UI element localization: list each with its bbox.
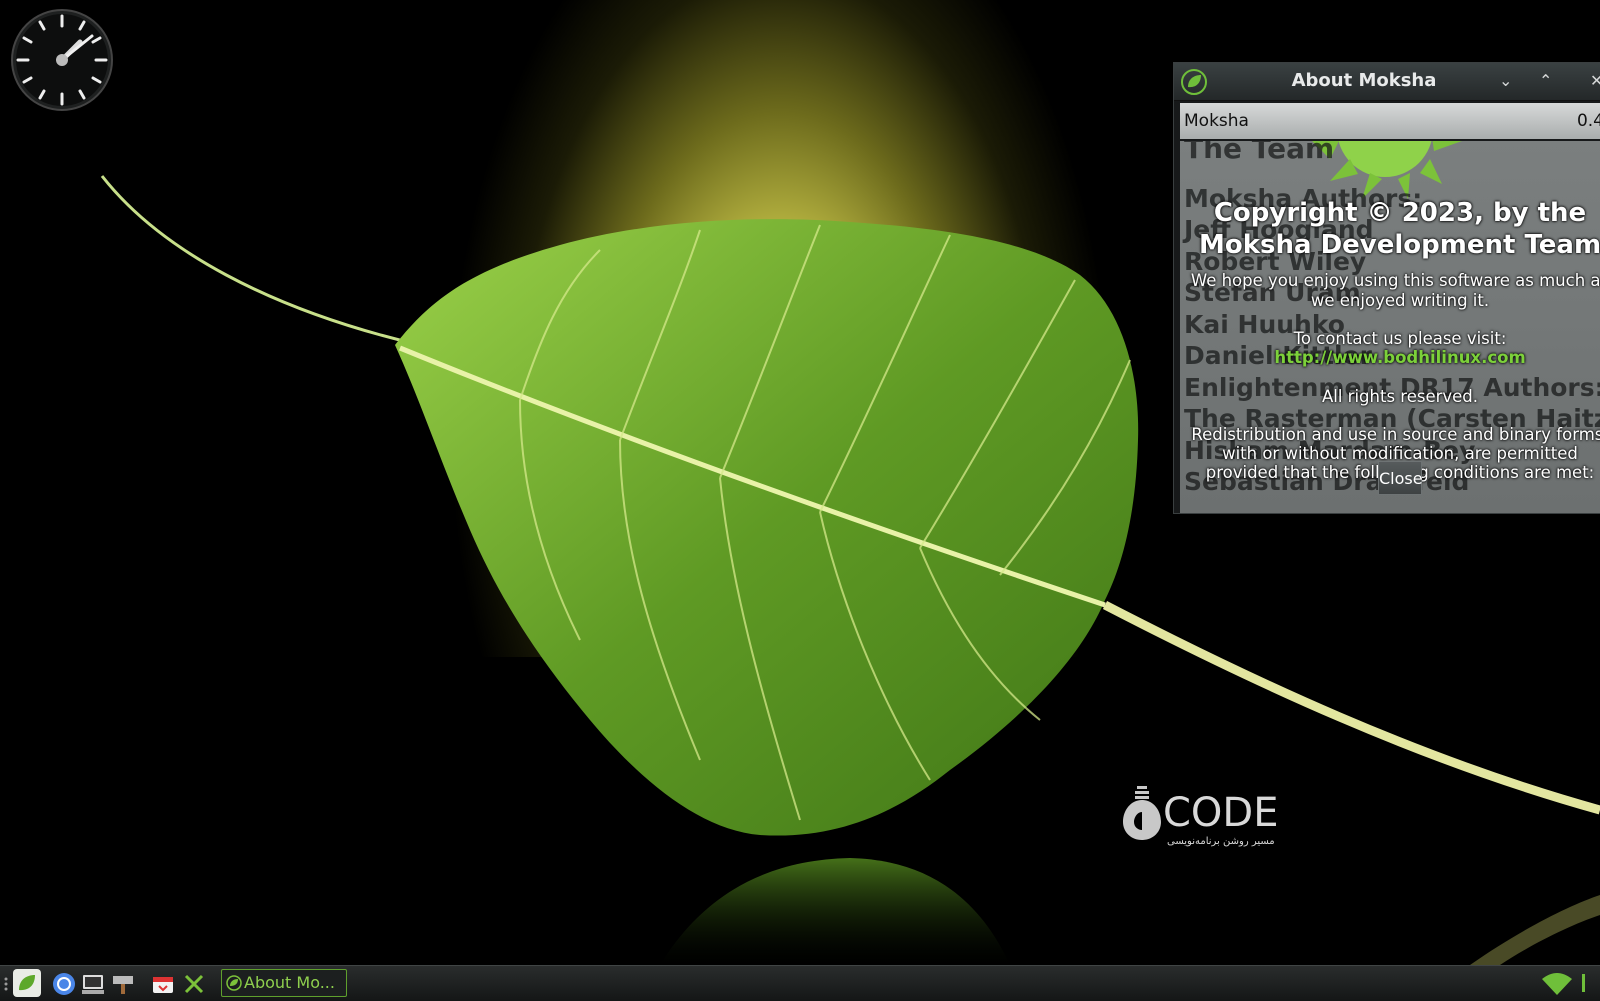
link-row: http://www.bodhilinux.com	[1180, 348, 1600, 367]
taskbar: About Mo...	[0, 965, 1600, 1001]
website-link[interactable]: http://www.bodhilinux.com	[1274, 348, 1525, 367]
maximize-icon[interactable]: ⌃	[1539, 71, 1552, 90]
rights-text: All rights reserved.	[1321, 387, 1479, 406]
app-name: Moksha	[1184, 111, 1249, 131]
app-name-bar: Moksha 0.4	[1180, 103, 1600, 139]
settings-tools-icon[interactable]	[181, 971, 207, 997]
copyright-line: Moksha Development Team	[1198, 230, 1600, 260]
close-button[interactable]: Close	[1378, 461, 1423, 495]
taskbar-window-label: About Mo...	[244, 973, 335, 992]
bodhi-menu-icon[interactable]	[12, 968, 42, 998]
app-version: 0.4	[1576, 111, 1600, 131]
hope-text: We hope you enjoy using this software as…	[1190, 271, 1600, 290]
about-dialog[interactable]: About Moksha ⌄ ⌃ ✕ Moksha 0.4 The Team M…	[1173, 62, 1600, 514]
taskbar-window-about-moksha[interactable]: About Mo...	[221, 969, 347, 997]
about-content: The Team Moksha Authors: Jeff Hoogland R…	[1180, 141, 1600, 513]
watermark-brand: CODE	[1163, 790, 1279, 836]
hope-text: we enjoyed writing it.	[1310, 291, 1490, 310]
tray-edge	[1582, 974, 1585, 992]
license-text: Redistribution and use in source and bin…	[1191, 425, 1600, 444]
watermark-logo: CODE مسیر روشن برنامه‌نویسی	[1123, 786, 1279, 847]
copyright-line: Copyright © 2023, by the	[1213, 198, 1587, 228]
credits-heading: The Team	[1184, 141, 1335, 165]
copyright-text: Copyright © 2023, by the Moksha Developm…	[1180, 197, 1600, 261]
close-window-icon[interactable]: ✕	[1590, 71, 1600, 90]
dialog-title: About Moksha	[1291, 70, 1437, 91]
file-manager-icon[interactable]	[110, 971, 136, 997]
watermark-tagline: مسیر روشن برنامه‌نویسی	[1167, 836, 1275, 847]
contact-text: To contact us please visit:	[1293, 329, 1507, 348]
wifi-icon[interactable]	[1540, 971, 1574, 997]
clock-widget[interactable]	[10, 8, 114, 112]
bodhi-logo-icon	[226, 975, 242, 991]
terminal-icon[interactable]	[80, 971, 106, 997]
software-center-icon[interactable]	[150, 971, 176, 997]
dialog-titlebar[interactable]: About Moksha ⌄ ⌃ ✕	[1174, 63, 1600, 101]
minimize-icon[interactable]: ⌄	[1499, 71, 1512, 90]
chromium-icon[interactable]	[51, 971, 77, 997]
